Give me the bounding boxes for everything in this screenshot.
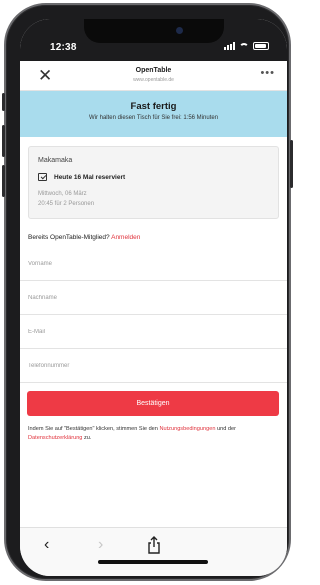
power-button bbox=[290, 140, 293, 188]
phone-input[interactable] bbox=[28, 359, 268, 373]
terms-of-use-link[interactable]: Nutzungsbedingungen bbox=[159, 426, 215, 432]
phone-frame: 12:38 ✕ OpenTable www.opentable.de ••• F… bbox=[2, 3, 293, 581]
wifi-icon bbox=[239, 42, 249, 50]
confirm-button[interactable]: Bestätigen bbox=[27, 391, 279, 416]
share-icon[interactable] bbox=[147, 536, 161, 554]
countdown-banner: Fast fertig Wir halten diesen Tisch für … bbox=[20, 91, 287, 137]
terms-text: Indem Sie auf "Bestätigen" klicken, stim… bbox=[28, 425, 280, 443]
last-name-field bbox=[20, 281, 287, 315]
restaurant-name: Makamaka bbox=[38, 157, 73, 164]
forward-arrow-icon: › bbox=[98, 536, 104, 553]
terms-prefix: Indem Sie auf "Bestätigen" klicken, stim… bbox=[28, 426, 158, 432]
last-name-input[interactable] bbox=[28, 291, 268, 305]
browser-navbar: ✕ OpenTable www.opentable.de ••• bbox=[20, 61, 287, 91]
phone-field bbox=[20, 349, 287, 383]
notch bbox=[84, 19, 224, 43]
more-icon[interactable]: ••• bbox=[260, 67, 275, 79]
reservation-party: 20:45 für 2 Personen bbox=[38, 201, 95, 207]
reservation-card: Makamaka Heute 16 Mal reserviert Mittwoc… bbox=[28, 146, 279, 219]
email-input[interactable] bbox=[28, 325, 268, 339]
status-bar: 12:38 bbox=[20, 19, 287, 61]
terms-suffix: zu. bbox=[82, 435, 92, 441]
nav-url: www.opentable.de bbox=[133, 77, 174, 83]
battery-icon bbox=[253, 42, 269, 50]
reservation-date: Mittwoch, 06 März bbox=[38, 191, 87, 197]
privacy-policy-link[interactable]: Datenschutzerklärung bbox=[28, 435, 82, 441]
signal-icon bbox=[224, 42, 235, 50]
status-time: 12:38 bbox=[50, 42, 77, 53]
mute-switch bbox=[2, 93, 5, 111]
volume-up-button bbox=[2, 125, 5, 157]
booking-trend-icon bbox=[38, 173, 47, 181]
camera-icon bbox=[176, 27, 183, 34]
nav-title: OpenTable bbox=[135, 67, 172, 74]
email-field bbox=[20, 315, 287, 349]
home-indicator[interactable] bbox=[98, 560, 208, 564]
screen: 12:38 ✕ OpenTable www.opentable.de ••• F… bbox=[20, 19, 287, 576]
banner-subtitle: Wir halten diesen Tisch für Sie frei: 1:… bbox=[88, 115, 219, 121]
login-link[interactable]: Anmelden bbox=[111, 234, 140, 241]
first-name-field bbox=[20, 247, 287, 281]
browser-toolbar: ‹ › bbox=[20, 527, 287, 576]
status-icons bbox=[224, 42, 269, 50]
volume-down-button bbox=[2, 165, 5, 197]
reservation-status-row: Heute 16 Mal reserviert bbox=[38, 173, 125, 181]
reservation-status: Heute 16 Mal reserviert bbox=[54, 173, 126, 181]
member-prompt: Bereits OpenTable-Mitglied? Anmelden bbox=[28, 234, 140, 241]
banner-title: Fast fertig bbox=[130, 101, 177, 112]
member-question: Bereits OpenTable-Mitglied? bbox=[28, 234, 110, 241]
terms-middle: und der bbox=[215, 426, 236, 432]
first-name-input[interactable] bbox=[28, 257, 268, 271]
back-arrow-icon[interactable]: ‹ bbox=[44, 536, 49, 554]
